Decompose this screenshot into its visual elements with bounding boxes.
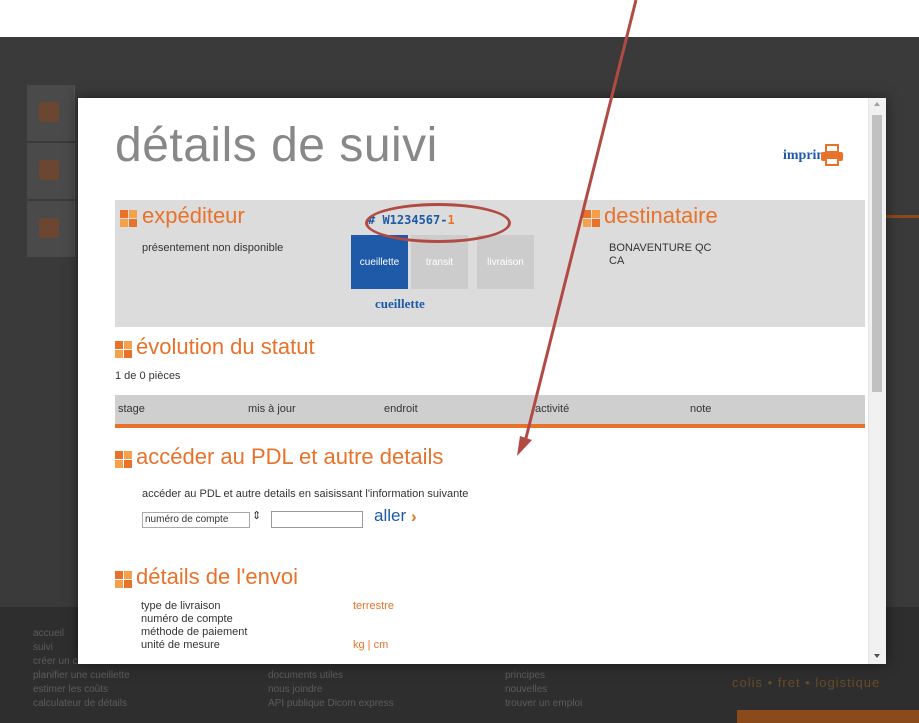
annotation-circle bbox=[365, 203, 511, 243]
annotation-arrow bbox=[517, 0, 638, 456]
